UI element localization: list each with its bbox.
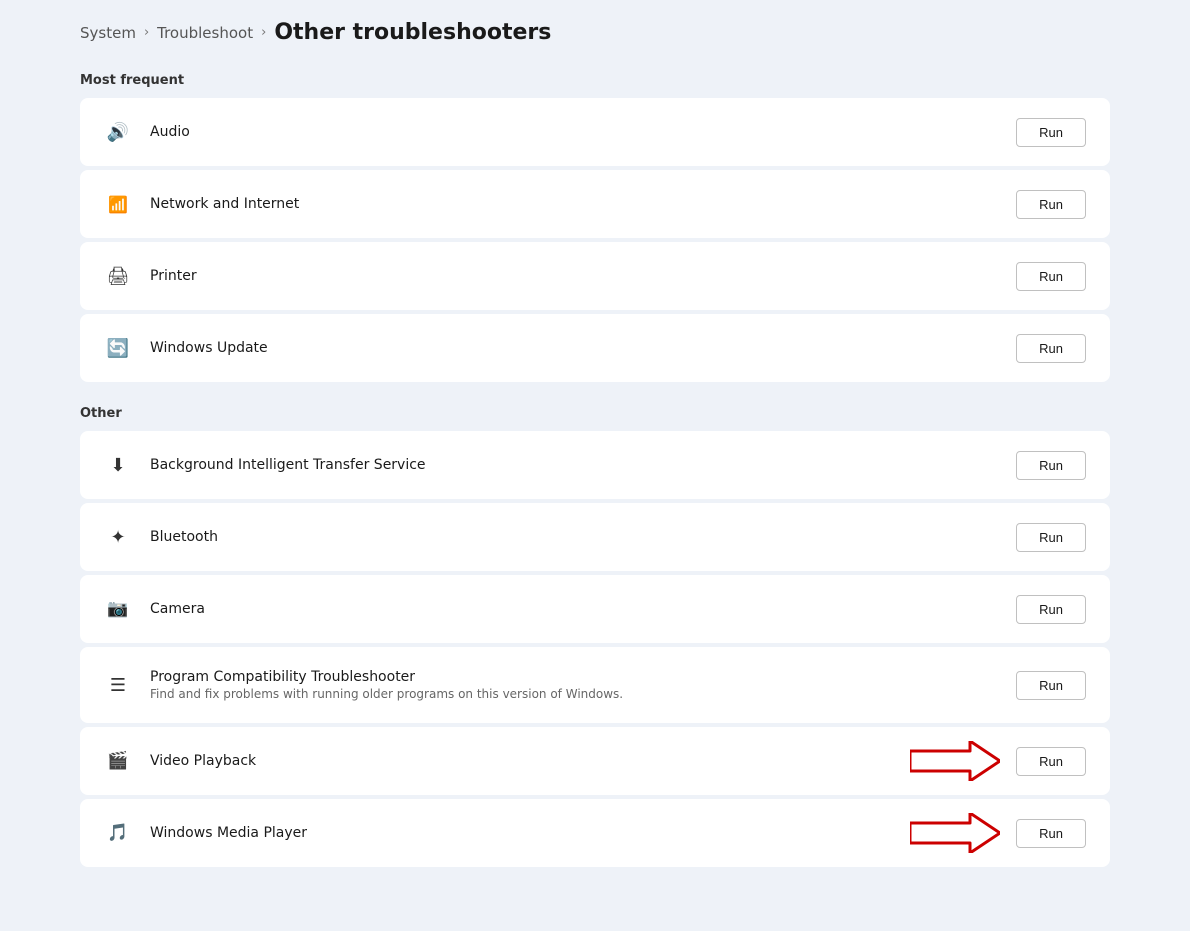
windows-media-card: Windows Media Player Run xyxy=(80,799,1110,867)
program-compat-run-button[interactable]: Run xyxy=(1016,671,1086,700)
audio-run-button[interactable]: Run xyxy=(1016,118,1086,147)
windows-update-run-button[interactable]: Run xyxy=(1016,334,1086,363)
printer-card: Printer Run xyxy=(80,242,1110,310)
audio-label: Audio xyxy=(150,124,1016,140)
breadcrumb-sep-2: › xyxy=(261,25,266,40)
windows-update-label: Windows Update xyxy=(150,340,1016,356)
camera-label: Camera xyxy=(150,601,1016,617)
video-playback-card: Video Playback Run xyxy=(80,727,1110,795)
audio-card: Audio Run xyxy=(80,98,1110,166)
printer-label: Printer xyxy=(150,268,1016,284)
video-icon xyxy=(104,747,132,775)
video-playback-run-button[interactable]: Run xyxy=(1016,747,1086,776)
network-icon xyxy=(104,190,132,218)
media-arrow-icon xyxy=(910,813,1000,853)
bits-run-button[interactable]: Run xyxy=(1016,451,1086,480)
other-label: Other xyxy=(80,406,1110,421)
audio-icon xyxy=(104,118,132,146)
other-section: Other Background Intelligent Transfer Se… xyxy=(80,406,1110,867)
bits-label: Background Intelligent Transfer Service xyxy=(150,457,1016,473)
camera-card: Camera Run xyxy=(80,575,1110,643)
program-compat-label: Program Compatibility Troubleshooter xyxy=(150,669,1016,685)
printer-run-button[interactable]: Run xyxy=(1016,262,1086,291)
media-icon xyxy=(104,819,132,847)
program-compat-label-wrap: Program Compatibility Troubleshooter Fin… xyxy=(150,669,1016,701)
bluetooth-label: Bluetooth xyxy=(150,529,1016,545)
breadcrumb-troubleshoot[interactable]: Troubleshoot xyxy=(157,24,253,42)
bluetooth-run-button[interactable]: Run xyxy=(1016,523,1086,552)
network-card: Network and Internet Run xyxy=(80,170,1110,238)
update-icon xyxy=(104,334,132,362)
breadcrumb-sep-1: › xyxy=(144,25,149,40)
camera-icon xyxy=(104,595,132,623)
program-compat-card: Program Compatibility Troubleshooter Fin… xyxy=(80,647,1110,723)
printer-icon xyxy=(104,262,132,290)
media-arrow-indicator xyxy=(910,813,1000,853)
bits-icon xyxy=(104,451,132,479)
bluetooth-icon xyxy=(104,523,132,551)
camera-run-button[interactable]: Run xyxy=(1016,595,1086,624)
compat-icon xyxy=(104,671,132,699)
breadcrumb: System › Troubleshoot › Other troublesho… xyxy=(80,20,1110,45)
breadcrumb-system[interactable]: System xyxy=(80,24,136,42)
program-compat-sublabel: Find and fix problems with running older… xyxy=(150,687,1016,701)
windows-update-card: Windows Update Run xyxy=(80,314,1110,382)
most-frequent-label: Most frequent xyxy=(80,73,1110,88)
page-title: Other troubleshooters xyxy=(274,20,551,45)
most-frequent-section: Most frequent Audio Run Network and Inte… xyxy=(80,73,1110,382)
network-run-button[interactable]: Run xyxy=(1016,190,1086,219)
bits-card: Background Intelligent Transfer Service … xyxy=(80,431,1110,499)
video-arrow-indicator xyxy=(910,741,1000,781)
bluetooth-card: Bluetooth Run xyxy=(80,503,1110,571)
video-playback-label: Video Playback xyxy=(150,753,910,769)
windows-media-label: Windows Media Player xyxy=(150,825,910,841)
video-arrow-icon xyxy=(910,741,1000,781)
windows-media-run-button[interactable]: Run xyxy=(1016,819,1086,848)
network-label: Network and Internet xyxy=(150,196,1016,212)
